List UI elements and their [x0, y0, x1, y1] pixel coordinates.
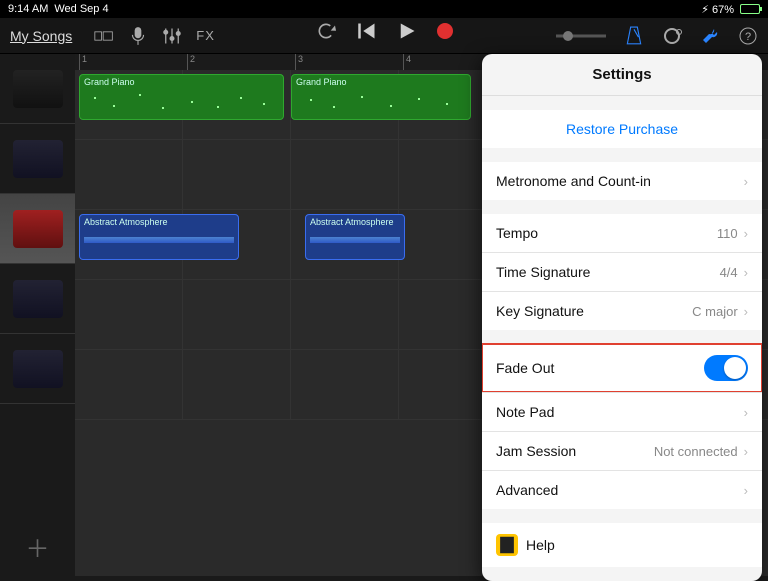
advanced-row[interactable]: Advanced ›: [482, 470, 762, 509]
help-row[interactable]: Help: [482, 523, 762, 567]
loop-icon[interactable]: [662, 26, 682, 46]
bar-marker: 3: [295, 54, 303, 70]
tempo-row[interactable]: Tempo 110 ›: [482, 214, 762, 252]
master-volume-icon[interactable]: [556, 26, 606, 46]
status-date: Wed Sep 4: [54, 3, 108, 15]
jam-session-row[interactable]: Jam Session Not connected ›: [482, 431, 762, 470]
fx-button[interactable]: FX: [196, 28, 215, 43]
status-time: 9:14 AM: [8, 3, 48, 15]
region-label: Grand Piano: [296, 77, 347, 87]
piano-icon: [13, 70, 63, 108]
row-label: Advanced: [496, 482, 558, 498]
audio-region[interactable]: Abstract Atmosphere: [79, 214, 239, 260]
note-pad-row[interactable]: Note Pad ›: [482, 392, 762, 431]
row-label: Fade Out: [496, 360, 554, 376]
restore-purchase-button[interactable]: Restore Purchase: [482, 110, 762, 148]
chevron-right-icon: ›: [744, 483, 748, 498]
toolbar: My Songs FX: [0, 18, 768, 54]
row-label: Jam Session: [496, 443, 576, 459]
chevron-right-icon: ›: [744, 174, 748, 189]
track-header[interactable]: [0, 334, 75, 404]
bar-marker: 1: [79, 54, 87, 70]
row-value: Not connected: [654, 444, 738, 459]
status-bar: 9:14 AM Wed Sep 4 ⚡︎ 67%: [0, 0, 768, 18]
row-value: 110: [717, 226, 738, 241]
track-header[interactable]: [0, 124, 75, 194]
help-icon[interactable]: ?: [738, 26, 758, 46]
chevron-right-icon: ›: [744, 304, 748, 319]
metronome-row[interactable]: Metronome and Count-in ›: [482, 162, 762, 200]
key-signature-row[interactable]: Key Signature C major ›: [482, 291, 762, 330]
row-label: Key Signature: [496, 303, 584, 319]
popover-title: Settings: [482, 54, 762, 96]
region-label: Abstract Atmosphere: [310, 217, 394, 227]
record-button[interactable]: [437, 23, 453, 39]
add-track-button[interactable]: ＋: [0, 526, 75, 566]
track-header[interactable]: [0, 194, 75, 264]
sliders-icon[interactable]: [162, 26, 182, 46]
help-book-icon: [496, 534, 518, 556]
midi-region[interactable]: Grand Piano: [291, 74, 471, 120]
view-toggle-icon[interactable]: [94, 26, 114, 46]
chevron-right-icon: ›: [744, 265, 748, 280]
row-label: Tempo: [496, 225, 538, 241]
settings-icon[interactable]: [700, 26, 720, 46]
audio-region[interactable]: Abstract Atmosphere: [305, 214, 405, 260]
drums-icon: [13, 140, 63, 178]
midi-region[interactable]: Grand Piano: [79, 74, 284, 120]
undo-icon[interactable]: [315, 21, 337, 41]
keyboard-icon: [13, 210, 63, 248]
settings-popover: Settings Restore Purchase Metronome and …: [482, 54, 762, 581]
transport-controls: [315, 21, 453, 41]
drums-icon: [13, 350, 63, 388]
back-button[interactable]: My Songs: [10, 28, 72, 44]
row-label: Note Pad: [496, 404, 554, 420]
battery-icon: [740, 4, 760, 14]
rewind-icon[interactable]: [357, 21, 377, 41]
row-value: 4/4: [720, 265, 738, 280]
chevron-right-icon: ›: [744, 405, 748, 420]
svg-text:?: ?: [745, 31, 751, 43]
row-value: C major: [692, 304, 738, 319]
row-label: Help: [526, 537, 555, 553]
time-signature-row[interactable]: Time Signature 4/4 ›: [482, 252, 762, 291]
region-label: Grand Piano: [84, 77, 135, 87]
track-header[interactable]: [0, 264, 75, 334]
row-label: Metronome and Count-in: [496, 173, 651, 189]
fade-out-toggle[interactable]: [704, 355, 748, 381]
play-icon[interactable]: [397, 21, 417, 41]
fade-out-row[interactable]: Fade Out: [482, 344, 762, 392]
track-header[interactable]: [0, 54, 75, 124]
drums-icon: [13, 280, 63, 318]
bar-marker: 2: [187, 54, 195, 70]
metronome-icon[interactable]: [624, 26, 644, 46]
microphone-icon[interactable]: [128, 26, 148, 46]
chevron-right-icon: ›: [744, 444, 748, 459]
row-label: Time Signature: [496, 264, 590, 280]
region-label: Abstract Atmosphere: [84, 217, 168, 227]
battery-percent: ⚡︎ 67%: [701, 3, 734, 16]
chevron-right-icon: ›: [744, 226, 748, 241]
bar-marker: 4: [403, 54, 411, 70]
track-headers: ＋: [0, 54, 75, 576]
